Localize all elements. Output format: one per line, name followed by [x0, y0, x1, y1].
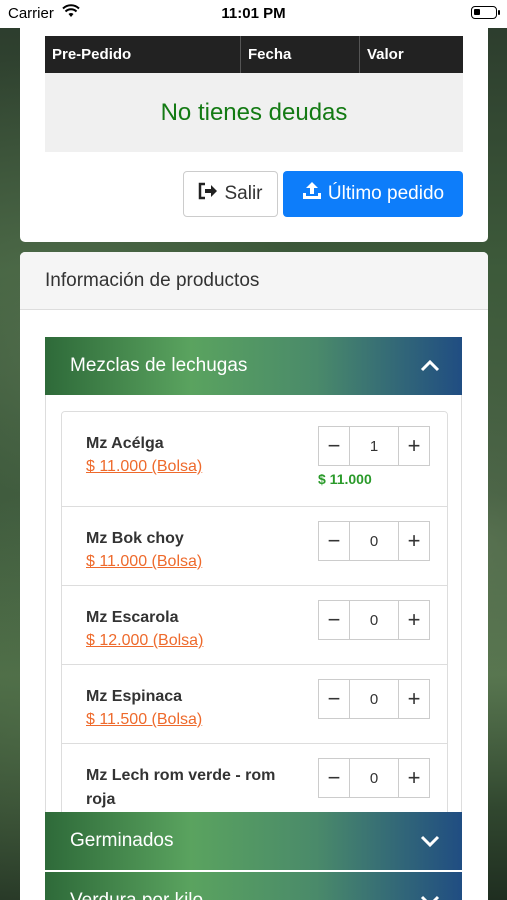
product-name: Mz Acélga: [86, 435, 164, 452]
category-verdura-kilo[interactable]: Verdura por kilo: [45, 872, 462, 900]
increment-button[interactable]: +: [398, 426, 430, 466]
category-panel: Mz Acélga $ 11.000 (Bolsa) − 1 + $ 11.00…: [45, 395, 462, 835]
quantity-field[interactable]: 0: [350, 758, 398, 798]
category-label: Mezclas de lechugas: [70, 355, 248, 376]
col-prepedido: Pre-Pedido: [45, 36, 241, 73]
product-list: Mz Acélga $ 11.000 (Bolsa) − 1 + $ 11.00…: [61, 411, 448, 835]
quantity-stepper: − 0 +: [318, 758, 430, 798]
upload-icon: [302, 181, 322, 207]
item-subtotal: $ 11.000: [318, 471, 372, 487]
quantity-stepper: − 0 +: [318, 600, 430, 640]
product-price[interactable]: $ 11.500 (Bolsa): [86, 711, 202, 729]
no-debts-message: No tienes deudas: [45, 73, 463, 152]
product-name: Mz Bok choy: [86, 530, 184, 547]
decrement-button[interactable]: −: [318, 600, 350, 640]
increment-button[interactable]: +: [398, 758, 430, 798]
last-order-button[interactable]: Último pedido: [283, 171, 463, 217]
quantity-stepper: − 0 +: [318, 521, 430, 561]
increment-button[interactable]: +: [398, 679, 430, 719]
category-germinados[interactable]: Germinados: [45, 812, 462, 870]
chevron-down-icon: [420, 812, 440, 870]
logout-label: Salir: [224, 183, 263, 204]
product-name: Mz Escarola: [86, 609, 179, 626]
quantity-stepper: − 1 +: [318, 426, 430, 466]
category-label: Germinados: [70, 830, 174, 851]
category-label: Verdura por kilo: [70, 890, 203, 900]
product-name: Mz Espinaca: [86, 688, 183, 705]
quantity-field[interactable]: 1: [350, 426, 398, 466]
product-price[interactable]: $ 11.000 (Bolsa): [86, 553, 202, 571]
quantity-field[interactable]: 0: [350, 679, 398, 719]
products-title: Información de productos: [20, 252, 488, 310]
chevron-up-icon: [420, 337, 440, 395]
increment-button[interactable]: +: [398, 521, 430, 561]
quantity-stepper: − 0 +: [318, 679, 430, 719]
sign-out-icon: [198, 182, 218, 206]
product-name: Mz Lech rom verde - rom roja: [86, 767, 276, 808]
category-mezclas[interactable]: Mezclas de lechugas: [45, 337, 462, 395]
battery-icon: [471, 6, 500, 19]
debts-table-header: Pre-Pedido Fecha Valor: [45, 36, 463, 73]
last-order-label: Último pedido: [327, 183, 445, 204]
decrement-button[interactable]: −: [318, 679, 350, 719]
decrement-button[interactable]: −: [318, 521, 350, 561]
product-price[interactable]: $ 12.000 (Bolsa): [86, 632, 203, 650]
list-item: Mz Acélga $ 11.000 (Bolsa) − 1 + $ 11.00…: [62, 412, 447, 507]
col-fecha: Fecha: [241, 36, 360, 73]
logout-button[interactable]: Salir: [183, 171, 278, 217]
quantity-field[interactable]: 0: [350, 521, 398, 561]
list-item: Mz Escarola $ 12.000 (Bolsa) − 0 +: [62, 586, 447, 665]
increment-button[interactable]: +: [398, 600, 430, 640]
clock: 11:01 PM: [221, 5, 286, 22]
decrement-button[interactable]: −: [318, 758, 350, 798]
debts-card: Pre-Pedido Fecha Valor No tienes deudas …: [20, 20, 488, 242]
col-valor: Valor: [367, 46, 404, 63]
list-item: Mz Espinaca $ 11.500 (Bolsa) − 0 +: [62, 665, 447, 744]
quantity-field[interactable]: 0: [350, 600, 398, 640]
chevron-down-icon: [420, 872, 440, 900]
status-bar: Carrier 11:01 PM: [0, 0, 507, 28]
products-card: Información de productos Mezclas de lech…: [20, 252, 488, 900]
decrement-button[interactable]: −: [318, 426, 350, 466]
product-price[interactable]: $ 11.000 (Bolsa): [86, 458, 202, 476]
list-item: Mz Bok choy $ 11.000 (Bolsa) − 0 +: [62, 507, 447, 586]
